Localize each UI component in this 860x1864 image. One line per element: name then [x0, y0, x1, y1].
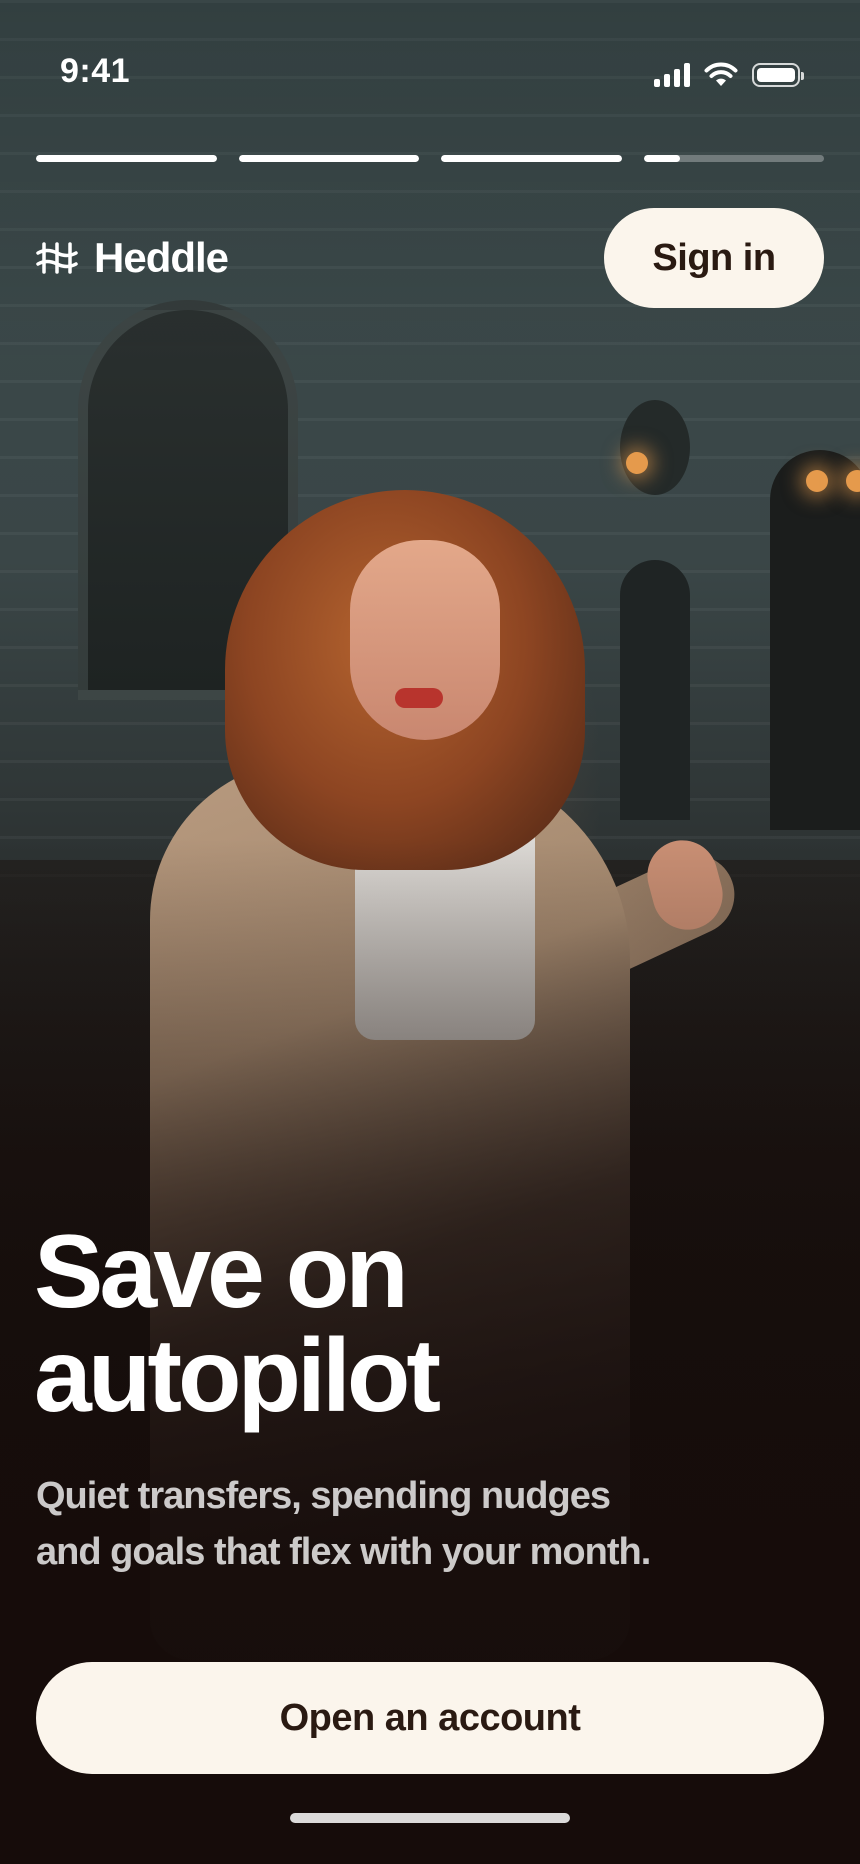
headline-line: Save on [34, 1214, 409, 1330]
home-indicator[interactable] [290, 1813, 570, 1823]
subtitle-line: and goals that flex with your month. [36, 1531, 651, 1573]
brand: Heddle [36, 234, 229, 282]
headline: Save on autopilot [34, 1220, 734, 1428]
battery-icon [752, 63, 804, 87]
status-time: 9:41 [60, 52, 131, 90]
heddle-logo-icon [36, 242, 78, 274]
subtitle-line: Quiet transfers, spending nudges [36, 1475, 611, 1517]
sign-in-button[interactable]: Sign in [604, 208, 824, 308]
cellular-signal-icon [654, 63, 690, 87]
story-progress-segment [238, 155, 419, 162]
wifi-icon [704, 62, 738, 86]
story-progress-segment [441, 155, 622, 162]
onboarding-screen: 9:41 Heddle Sign in Save on autopilot Qu… [0, 0, 860, 1864]
story-progress [36, 155, 824, 162]
story-progress-segment [36, 155, 217, 162]
story-progress-segment [643, 155, 824, 162]
status-icons [654, 62, 804, 88]
headline-line: autopilot [34, 1318, 441, 1434]
subtitle: Quiet transfers, spending nudges and goa… [36, 1468, 716, 1580]
brand-name: Heddle [94, 234, 229, 281]
open-account-button[interactable]: Open an account [36, 1662, 824, 1774]
